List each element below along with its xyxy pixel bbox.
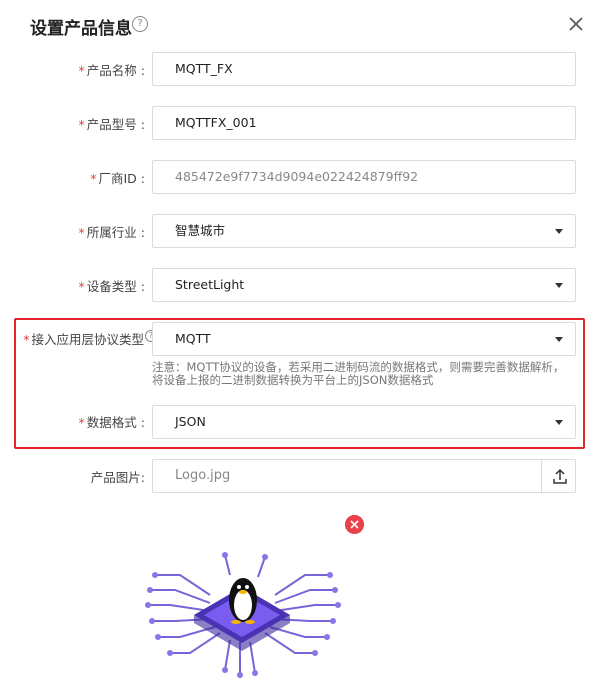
help-icon[interactable]: ? xyxy=(132,16,148,32)
industry-label: * 所属行业 : xyxy=(78,225,145,240)
close-icon[interactable] xyxy=(566,14,586,34)
product-name-input[interactable]: MQTT_FX xyxy=(152,52,576,86)
vendor-id-label: * 厂商ID : xyxy=(90,171,145,186)
device-type-select[interactable]: StreetLight xyxy=(152,268,576,302)
remove-image-icon[interactable] xyxy=(345,515,364,534)
protocol-value: MQTT xyxy=(175,331,211,346)
data-format-select[interactable]: JSON xyxy=(152,405,576,439)
product-model-input[interactable]: MQTTFX_001 xyxy=(152,106,576,140)
product-image-label: 产品图片: xyxy=(90,470,145,485)
vendor-id-input: 485472e9f7734d9094e022424879ff92 xyxy=(152,160,576,194)
industry-select[interactable]: 智慧城市 xyxy=(152,214,576,248)
chevron-down-icon xyxy=(555,283,563,288)
data-format-label: * 数据格式 : xyxy=(78,415,145,430)
protocol-note: 注意：MQTT协议的设备，若采用二进制码流的数据格式，则需要完善数据解析，将设备… xyxy=(152,360,565,387)
chevron-down-icon xyxy=(555,229,563,234)
protocol-select[interactable]: MQTT xyxy=(152,322,576,356)
upload-icon xyxy=(553,468,567,484)
data-format-value: JSON xyxy=(175,414,206,429)
device-type-value: StreetLight xyxy=(175,277,245,292)
product-image-input[interactable]: Logo.jpg xyxy=(152,459,576,493)
device-type-label: * 设备类型 : xyxy=(78,279,145,294)
product-name-label: * 产品名称 : xyxy=(78,63,145,78)
upload-button[interactable] xyxy=(541,459,577,494)
industry-value: 智慧城市 xyxy=(175,223,226,238)
dialog-title: 设置产品信息 xyxy=(30,19,132,39)
chevron-down-icon xyxy=(555,337,563,342)
product-image-preview xyxy=(145,552,341,678)
chevron-down-icon xyxy=(555,420,563,425)
protocol-label: * 接入应用层协议类型 xyxy=(23,332,144,347)
product-model-label: * 产品型号 : xyxy=(78,117,145,132)
